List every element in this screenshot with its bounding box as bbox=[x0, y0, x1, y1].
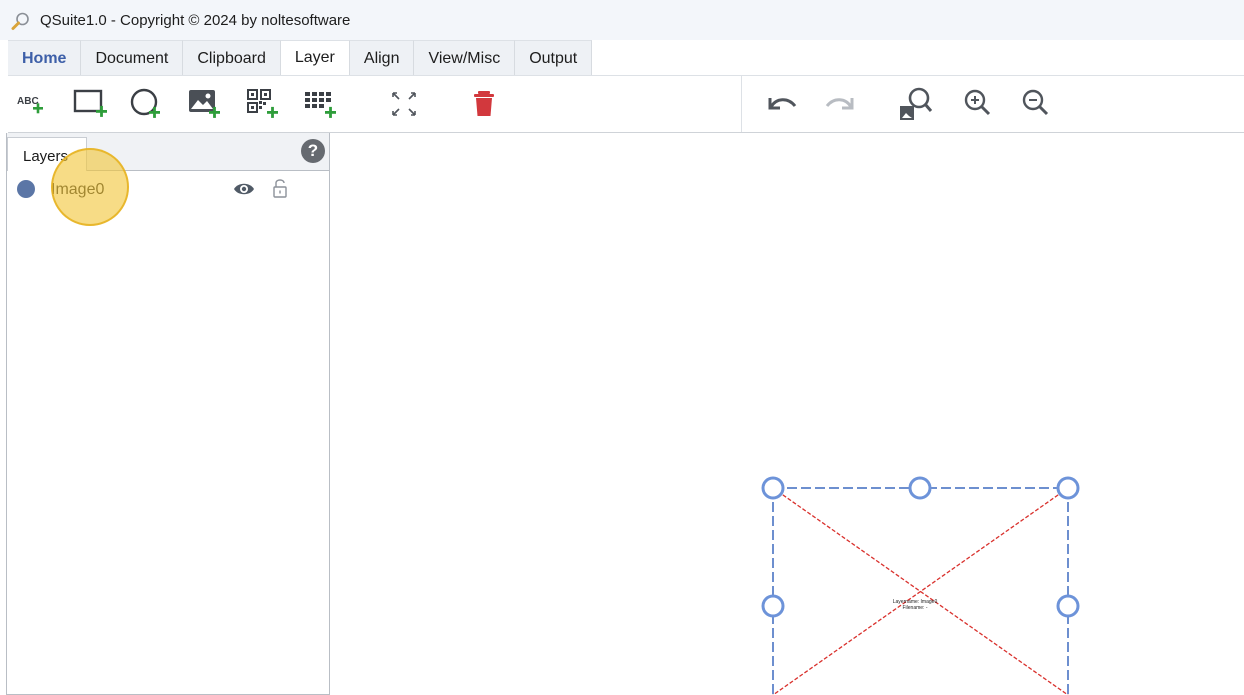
zoom-page-button[interactable] bbox=[898, 86, 934, 122]
tab-clipboard[interactable]: Clipboard bbox=[183, 40, 281, 76]
add-qrcode-button[interactable] bbox=[244, 86, 280, 122]
title-bar: QSuite1.0 - Copyright © 2024 by noltesof… bbox=[0, 0, 1244, 40]
resize-handle-right[interactable] bbox=[1056, 594, 1080, 618]
add-barcode-button[interactable] bbox=[302, 86, 338, 122]
tab-layer[interactable]: Layer bbox=[280, 40, 350, 76]
layer-name: Image0 bbox=[51, 181, 105, 198]
resize-handle-top-left[interactable] bbox=[761, 476, 785, 500]
add-text-icon: ABC bbox=[17, 96, 43, 114]
eye-icon[interactable] bbox=[233, 179, 255, 199]
tab-output[interactable]: Output bbox=[515, 40, 593, 76]
placeholder-caption: Layername: Image0 Filename: - bbox=[892, 599, 938, 611]
add-ellipse-button[interactable] bbox=[128, 86, 164, 122]
zoom-in-button[interactable] bbox=[960, 86, 996, 122]
image-placeholder[interactable] bbox=[772, 487, 1069, 695]
redo-icon bbox=[825, 98, 854, 110]
add-qrcode-icon bbox=[247, 89, 278, 118]
fit-button[interactable] bbox=[386, 86, 422, 122]
tab-view-misc[interactable]: View/Misc bbox=[414, 40, 516, 76]
layers-panel-header: Layers ? bbox=[7, 133, 329, 171]
resize-handle-top-right[interactable] bbox=[1056, 476, 1080, 500]
delete-button[interactable] bbox=[466, 86, 502, 122]
abc-badge: ABC bbox=[17, 96, 39, 107]
help-icon[interactable]: ? bbox=[301, 139, 325, 163]
add-image-button[interactable] bbox=[186, 86, 222, 122]
layers-tab[interactable]: Layers bbox=[7, 137, 87, 171]
resize-handle-left[interactable] bbox=[761, 594, 785, 618]
window-title: QSuite1.0 - Copyright © 2024 by noltesof… bbox=[40, 12, 351, 29]
layers-panel: Layers ? Image0 bbox=[6, 133, 330, 695]
canvas-drawing bbox=[761, 476, 1080, 695]
layer-color-dot bbox=[17, 180, 35, 198]
add-ellipse-icon bbox=[130, 88, 160, 118]
unlock-icon[interactable] bbox=[271, 177, 289, 199]
zoom-in-icon bbox=[964, 89, 991, 116]
resize-handle-top[interactable] bbox=[908, 476, 932, 500]
toolbar-separator bbox=[741, 76, 742, 132]
trash-icon bbox=[474, 91, 494, 116]
add-image-icon bbox=[189, 90, 220, 118]
drawing-canvas[interactable]: Layername: Image0 Filename: - bbox=[330, 133, 1244, 695]
add-rectangle-button[interactable] bbox=[72, 86, 108, 122]
add-text-button[interactable]: ABC bbox=[14, 86, 50, 122]
tab-home[interactable]: Home bbox=[8, 40, 82, 76]
add-rectangle-icon bbox=[73, 89, 107, 117]
expand-icon bbox=[392, 92, 416, 116]
undo-button[interactable] bbox=[764, 86, 800, 122]
zoom-page-icon bbox=[900, 87, 933, 120]
ribbon-toolbar: ABC bbox=[8, 75, 1244, 133]
tab-align[interactable]: Align bbox=[349, 40, 415, 76]
redo-button[interactable] bbox=[822, 86, 858, 122]
ribbon-tabs: Home Document Clipboard Layer Align View… bbox=[8, 40, 593, 76]
zoom-out-icon bbox=[1022, 89, 1049, 116]
layer-item-image0[interactable]: Image0 bbox=[7, 173, 329, 205]
zoom-out-button[interactable] bbox=[1018, 86, 1054, 122]
magnifier-icon bbox=[11, 12, 29, 30]
undo-icon bbox=[768, 98, 797, 110]
tab-document[interactable]: Document bbox=[81, 40, 184, 76]
add-barcode-icon bbox=[305, 92, 336, 118]
